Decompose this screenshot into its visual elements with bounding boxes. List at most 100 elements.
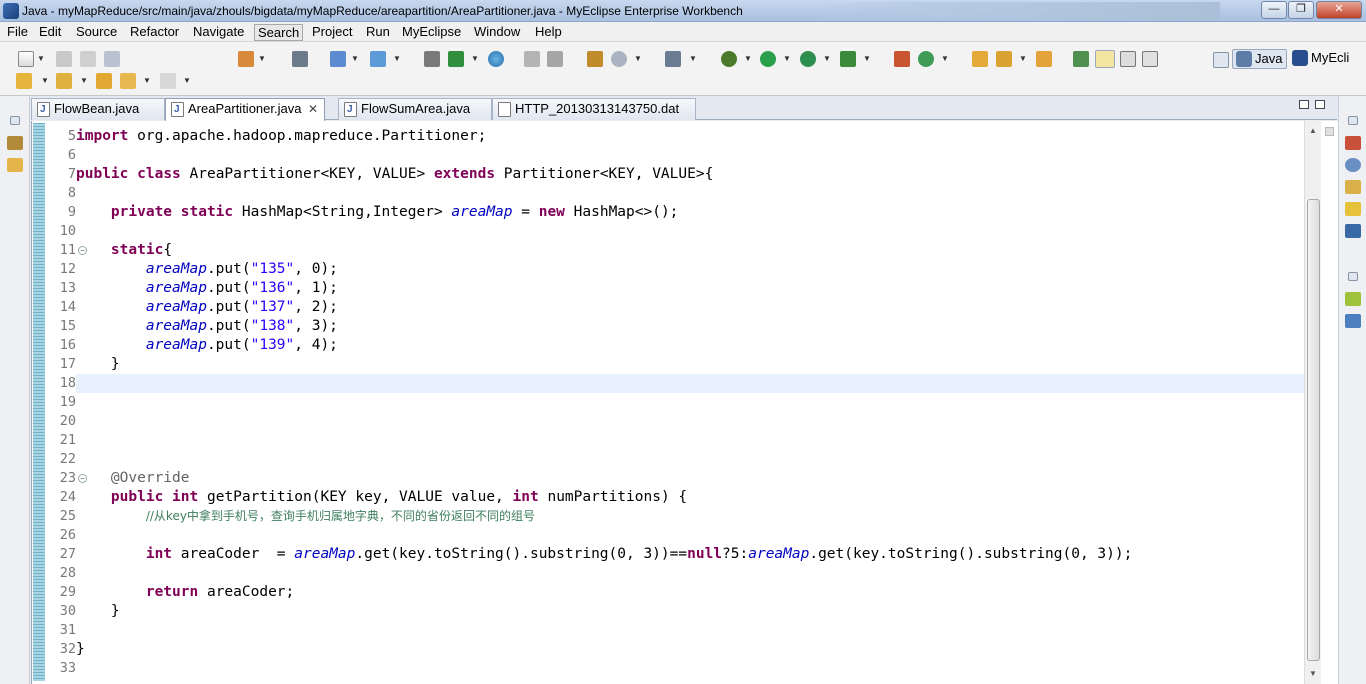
new-java-class-icon[interactable]	[918, 51, 934, 67]
menu-search[interactable]: Search	[254, 24, 304, 41]
overview-marker[interactable]	[1325, 127, 1334, 136]
open-folder-icon[interactable]	[972, 51, 988, 67]
back-arrow-icon[interactable]	[120, 73, 136, 89]
restore-view-icon[interactable]	[10, 116, 20, 125]
code-line[interactable]	[76, 184, 1304, 203]
server-icon[interactable]	[292, 51, 308, 67]
code-line[interactable]	[76, 526, 1304, 545]
scrollbar-thumb[interactable]	[1307, 199, 1320, 661]
search-dropdown-icon[interactable]: ▼	[634, 51, 642, 67]
code-line[interactable]: }	[76, 355, 1304, 374]
run-config-icon[interactable]	[330, 51, 346, 67]
new-class-icon[interactable]	[587, 51, 603, 67]
code-line[interactable]: }	[76, 640, 1304, 659]
open-perspective-icon[interactable]	[1213, 52, 1229, 68]
code-line[interactable]: areaMap.put("135", 0);	[76, 260, 1304, 279]
camera-icon[interactable]	[665, 51, 681, 67]
code-line[interactable]	[76, 431, 1304, 450]
code-line[interactable]	[76, 412, 1304, 431]
deploy-icon[interactable]	[238, 51, 254, 67]
code-line[interactable]: areaMap.put("138", 3);	[76, 317, 1304, 336]
print-icon[interactable]	[104, 51, 120, 67]
code-line[interactable]: areaMap.put("136", 1);	[76, 279, 1304, 298]
menu-edit[interactable]: Edit	[36, 24, 64, 41]
run-icon[interactable]	[760, 51, 776, 67]
menu-source[interactable]: Source	[73, 24, 120, 41]
hierarchy-icon[interactable]	[7, 158, 23, 172]
scroll-down-icon[interactable]: ▼	[1305, 666, 1321, 682]
maximize-button[interactable]: ❐	[1288, 1, 1314, 19]
declaration-icon[interactable]	[1345, 180, 1361, 194]
package-explorer-icon[interactable]	[7, 136, 23, 150]
menu-navigate[interactable]: Navigate	[190, 24, 247, 41]
open-resource-icon[interactable]	[547, 51, 563, 67]
code-line[interactable]: @Override	[76, 469, 1304, 488]
browser-globe-icon[interactable]	[488, 51, 504, 67]
perspective-myeclipse[interactable]: MyEcli	[1289, 49, 1353, 69]
tab-flowsumarea[interactable]: FlowSumArea.java	[338, 98, 492, 120]
bug-debug-icon[interactable]	[721, 51, 737, 67]
menu-run[interactable]: Run	[363, 24, 393, 41]
code-line[interactable]: areaMap.put("137", 2);	[76, 298, 1304, 317]
task-list-icon[interactable]	[1345, 292, 1361, 306]
vertical-scrollbar[interactable]: ▲ ▼	[1304, 121, 1321, 684]
restore-outline-icon[interactable]	[1348, 272, 1358, 281]
code-editor[interactable]: 5 6 7 8 9 10 11−12 13 14 15 16 17 18 19 20 21 22 23−24 25 2…	[31, 121, 1338, 684]
mark-occurrences-icon[interactable]	[1095, 50, 1115, 68]
code-line[interactable]: int areaCoder = areaMap.get(key.toString…	[76, 545, 1304, 564]
menu-myeclipse[interactable]: MyEclipse	[399, 24, 464, 41]
block-selection-icon[interactable]	[1120, 51, 1136, 67]
new-file-icon[interactable]	[18, 51, 34, 67]
problems-icon[interactable]	[1345, 136, 1361, 150]
code-line[interactable]: public class AreaPartitioner<KEY, VALUE>…	[76, 165, 1304, 184]
show-whitespace-icon[interactable]	[1142, 51, 1158, 67]
save-icon[interactable]	[56, 51, 72, 67]
maximize-editor-icon[interactable]	[1315, 100, 1325, 109]
menu-project[interactable]: Project	[309, 24, 355, 41]
close-button[interactable]: ✕	[1316, 1, 1362, 19]
code-line[interactable]	[76, 146, 1304, 165]
tab-http-dat[interactable]: HTTP_20130313143750.dat	[492, 98, 696, 120]
next-annotation-icon[interactable]	[16, 73, 32, 89]
previous-annotation-dropdown-icon[interactable]: ▼	[80, 73, 88, 89]
run-server-icon[interactable]	[448, 51, 464, 67]
perspective-java[interactable]: Java	[1232, 49, 1288, 69]
code-line[interactable]	[76, 659, 1304, 678]
camera-dropdown-icon[interactable]: ▼	[689, 51, 697, 67]
previous-annotation-icon[interactable]	[56, 73, 72, 89]
code-line[interactable]: import org.apache.hadoop.mapreduce.Parti…	[76, 127, 1304, 146]
forward-dropdown-icon[interactable]: ▼	[183, 73, 191, 89]
package-icon[interactable]	[894, 51, 910, 67]
external-tools-icon[interactable]	[840, 51, 856, 67]
coverage-dropdown-icon[interactable]: ▼	[823, 51, 831, 67]
open-type-icon[interactable]	[524, 51, 540, 67]
new-java-dropdown-icon[interactable]: ▼	[941, 51, 949, 67]
code-text-area[interactable]: import org.apache.hadoop.mapreduce.Parti…	[76, 121, 1304, 684]
restore-view-icon[interactable]	[1348, 116, 1358, 125]
code-line[interactable]: return areaCoder;	[76, 583, 1304, 602]
menu-refactor[interactable]: Refactor	[127, 24, 182, 41]
wand-icon[interactable]	[996, 51, 1012, 67]
save-all-icon[interactable]	[80, 51, 96, 67]
outline-icon[interactable]	[1345, 314, 1361, 328]
run-config-dropdown-icon[interactable]: ▼	[351, 51, 359, 67]
menu-file[interactable]: File	[4, 24, 31, 41]
coverage-icon[interactable]	[800, 51, 816, 67]
scroll-up-icon[interactable]: ▲	[1305, 123, 1321, 139]
run-server-dropdown-icon[interactable]: ▼	[471, 51, 479, 67]
folder-icon[interactable]	[1036, 51, 1052, 67]
new-dropdown-icon[interactable]: ▼	[37, 51, 45, 67]
run-dropdown-icon[interactable]: ▼	[783, 51, 791, 67]
code-line[interactable]	[76, 450, 1304, 469]
tab-areapartitioner[interactable]: AreaPartitioner.java ✕	[165, 98, 325, 121]
code-line[interactable]: }	[76, 602, 1304, 621]
forward-arrow-icon[interactable]	[160, 73, 176, 89]
debug-config-dropdown-icon[interactable]: ▼	[393, 51, 401, 67]
close-tab-icon[interactable]: ✕	[308, 99, 318, 119]
connect-icon[interactable]	[424, 51, 440, 67]
debug-config-icon[interactable]	[370, 51, 386, 67]
menu-window[interactable]: Window	[471, 24, 523, 41]
code-line[interactable]: //从key中拿到手机号，查询手机归属地字典，不同的省份返回不同的组号	[76, 507, 1304, 526]
javadoc-icon[interactable]	[1345, 158, 1361, 172]
back-dropdown-icon[interactable]: ▼	[143, 73, 151, 89]
